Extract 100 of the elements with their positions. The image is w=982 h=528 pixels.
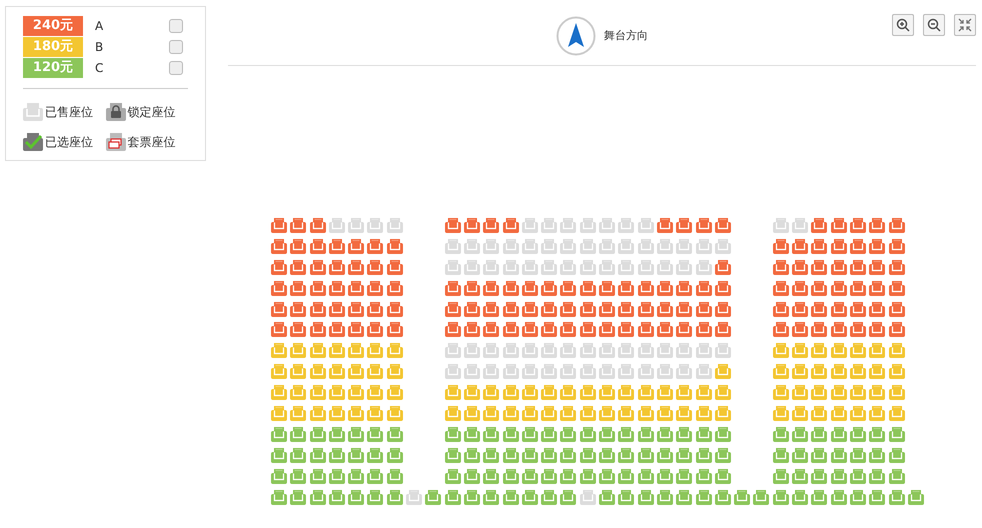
seat-icon[interactable] — [714, 260, 731, 275]
seat-icon[interactable] — [290, 490, 306, 505]
seat-icon[interactable] — [830, 426, 847, 442]
seat-icon[interactable] — [888, 343, 904, 358]
sold-seat-icon[interactable] — [522, 364, 538, 380]
tier-checkbox[interactable] — [169, 60, 183, 74]
seat-icon[interactable] — [367, 468, 384, 484]
seat-icon[interactable] — [271, 426, 287, 442]
sold-seat-icon[interactable] — [444, 364, 461, 380]
sold-seat-icon[interactable] — [328, 218, 345, 233]
seat-icon[interactable] — [618, 448, 634, 463]
seat-icon[interactable] — [348, 364, 364, 380]
seat-icon[interactable] — [425, 490, 442, 505]
seat-icon[interactable] — [367, 490, 384, 505]
seat-icon[interactable] — [328, 468, 345, 484]
seat-icon[interactable] — [714, 385, 731, 400]
seat-icon[interactable] — [290, 468, 306, 484]
sold-seat-icon[interactable] — [696, 260, 712, 275]
seat-icon[interactable] — [830, 343, 847, 358]
seat-icon[interactable] — [444, 322, 461, 338]
sold-seat-icon[interactable] — [483, 238, 500, 254]
seat-icon[interactable] — [618, 385, 634, 400]
seat-icon[interactable] — [869, 364, 886, 380]
seat-icon[interactable] — [772, 448, 789, 463]
sold-seat-icon[interactable] — [464, 260, 480, 275]
sold-seat-icon[interactable] — [406, 490, 422, 505]
seat-icon[interactable] — [618, 280, 634, 296]
seat-icon[interactable] — [696, 490, 712, 505]
sold-seat-icon[interactable] — [599, 238, 616, 254]
seat-icon[interactable] — [888, 364, 904, 380]
seat-icon[interactable] — [599, 302, 616, 317]
seat-icon[interactable] — [522, 426, 538, 442]
seat-icon[interactable] — [328, 343, 345, 358]
seat-icon[interactable] — [811, 364, 828, 380]
seat-icon[interactable] — [676, 426, 692, 442]
seat-icon[interactable] — [522, 385, 538, 400]
sold-seat-icon[interactable] — [580, 490, 596, 505]
seat-icon[interactable] — [850, 302, 866, 317]
seat-icon[interactable] — [271, 448, 287, 463]
seat-icon[interactable] — [850, 448, 866, 463]
sold-seat-icon[interactable] — [444, 343, 461, 358]
seat-icon[interactable] — [444, 448, 461, 463]
seat-icon[interactable] — [560, 280, 576, 296]
seat-icon[interactable] — [714, 468, 731, 484]
seat-icon[interactable] — [271, 238, 287, 254]
seat-icon[interactable] — [638, 426, 654, 442]
seat-icon[interactable] — [638, 468, 654, 484]
seat-icon[interactable] — [888, 302, 904, 317]
seat-icon[interactable] — [599, 385, 616, 400]
seat-icon[interactable] — [328, 364, 345, 380]
seat-icon[interactable] — [502, 280, 519, 296]
sold-seat-icon[interactable] — [502, 238, 519, 254]
seat-icon[interactable] — [483, 448, 500, 463]
sold-seat-icon[interactable] — [444, 260, 461, 275]
seat-icon[interactable] — [444, 302, 461, 317]
seat-icon[interactable] — [386, 238, 403, 254]
sold-seat-icon[interactable] — [599, 260, 616, 275]
sold-seat-icon[interactable] — [560, 260, 576, 275]
seat-icon[interactable] — [522, 322, 538, 338]
seat-icon[interactable] — [580, 280, 596, 296]
seat-icon[interactable] — [638, 490, 654, 505]
seat-icon[interactable] — [811, 260, 828, 275]
seat-icon[interactable] — [348, 302, 364, 317]
seat-icon[interactable] — [386, 322, 403, 338]
seat-icon[interactable] — [310, 280, 326, 296]
seat-icon[interactable] — [580, 426, 596, 442]
seat-icon[interactable] — [714, 364, 731, 380]
sold-seat-icon[interactable] — [580, 238, 596, 254]
seat-icon[interactable] — [792, 364, 808, 380]
sold-seat-icon[interactable] — [638, 238, 654, 254]
seat-icon[interactable] — [656, 468, 673, 484]
sold-seat-icon[interactable] — [464, 343, 480, 358]
seat-icon[interactable] — [310, 343, 326, 358]
seat-icon[interactable] — [618, 322, 634, 338]
seat-icon[interactable] — [656, 406, 673, 422]
seat-icon[interactable] — [328, 280, 345, 296]
sold-seat-icon[interactable] — [656, 343, 673, 358]
sold-seat-icon[interactable] — [541, 238, 558, 254]
seat-icon[interactable] — [271, 260, 287, 275]
sold-seat-icon[interactable] — [483, 343, 500, 358]
seat-icon[interactable] — [618, 302, 634, 317]
fit-button[interactable] — [954, 14, 976, 36]
seat-icon[interactable] — [367, 364, 384, 380]
seat-icon[interactable] — [541, 448, 558, 463]
seat-icon[interactable] — [850, 260, 866, 275]
sold-seat-icon[interactable] — [560, 238, 576, 254]
seat-icon[interactable] — [290, 322, 306, 338]
seat-icon[interactable] — [792, 280, 808, 296]
sold-seat-icon[interactable] — [656, 364, 673, 380]
seat-icon[interactable] — [792, 260, 808, 275]
seat-icon[interactable] — [599, 490, 616, 505]
sold-seat-icon[interactable] — [541, 218, 558, 233]
seat-icon[interactable] — [386, 426, 403, 442]
seat-icon[interactable] — [328, 490, 345, 505]
sold-seat-icon[interactable] — [792, 218, 808, 233]
seat-icon[interactable] — [386, 406, 403, 422]
seat-icon[interactable] — [502, 406, 519, 422]
seat-icon[interactable] — [464, 448, 480, 463]
seat-icon[interactable] — [290, 385, 306, 400]
seat-icon[interactable] — [638, 302, 654, 317]
